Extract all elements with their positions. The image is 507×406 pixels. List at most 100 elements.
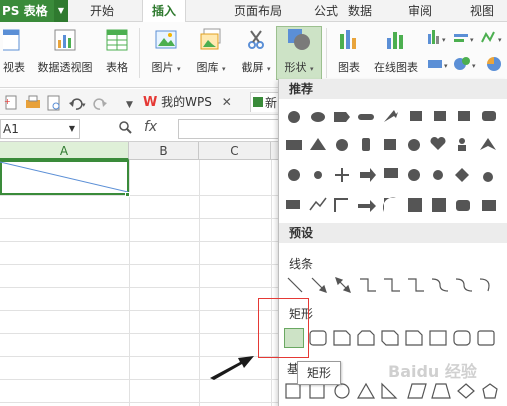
pointer-arrow-icon: [210, 356, 254, 380]
svg-text:▾: ▾: [444, 62, 448, 70]
zoom-icon[interactable]: [118, 120, 134, 136]
row-line: [0, 333, 278, 334]
svg-text:▾: ▾: [442, 36, 446, 44]
row-line: [0, 287, 278, 288]
row-line: [0, 195, 278, 196]
tab-view[interactable]: 视图: [462, 0, 502, 22]
column-header-b[interactable]: B: [129, 142, 199, 160]
parallelogram-shape-icon: [407, 383, 427, 399]
arrow-pentagon-shape-icon: [334, 112, 350, 122]
isosceles-triangle-shape-icon: [356, 382, 376, 399]
shapes-button[interactable]: 形状 ▾: [277, 26, 321, 78]
rectangle-shape-icon: [458, 111, 470, 121]
undo-icon: [69, 98, 83, 110]
fill-handle[interactable]: [125, 192, 130, 197]
online-chart-icon: [387, 32, 403, 49]
diamond-outline-shape-icon: [457, 383, 475, 399]
triangle-shape-icon: [310, 138, 326, 150]
name-box[interactable]: A1 ▼: [0, 119, 80, 139]
speech-bubble-shape-icon: [311, 112, 325, 122]
right-triangle-shape-icon: [381, 382, 398, 399]
pivot-table-icon: [3, 29, 20, 51]
chevron-down-icon[interactable]: ▼: [69, 120, 75, 138]
tab-review[interactable]: 审阅: [400, 0, 440, 22]
column-header-c[interactable]: C: [199, 142, 271, 160]
rectangle-shapes-row[interactable]: [308, 328, 507, 350]
person-shape-icon: [459, 138, 465, 144]
oval-shape-icon: [334, 383, 350, 399]
formula-input[interactable]: [178, 119, 288, 139]
diamond-shape-icon: [455, 168, 469, 182]
picture-button[interactable]: 图片 ▾: [146, 26, 186, 78]
rect-shape-icon: [482, 200, 496, 211]
column-line: [199, 160, 200, 406]
round-corner-rect-shape-icon: [429, 330, 447, 346]
group-people-shape-icon: [408, 198, 422, 212]
arrow-shape-icon: [358, 200, 376, 212]
table-button[interactable]: 表格: [100, 26, 134, 78]
column-header-a[interactable]: A: [0, 142, 129, 160]
new-doc-icon: +: [4, 95, 17, 110]
square-shape-icon: [384, 139, 396, 150]
tooltip: 矩形: [297, 361, 341, 385]
people-shape-icon: [286, 140, 302, 150]
pivot-chart-button[interactable]: 数据透视图: [34, 26, 96, 78]
diagonal-line: [0, 161, 129, 193]
corner-shape-icon: [334, 198, 348, 212]
pivot-chart-icon: [54, 29, 76, 51]
screenshot-button[interactable]: 截屏 ▾: [236, 26, 276, 78]
app-title[interactable]: PS 表格: [0, 0, 54, 22]
close-icon[interactable]: ✕: [222, 95, 232, 109]
text-box-shape-icon: [285, 383, 301, 399]
gallery-button[interactable]: 图库 ▾: [190, 26, 232, 78]
rounded-rect-shape-icon: [482, 111, 496, 121]
app-menu-chevron-icon[interactable]: ▼: [54, 0, 68, 22]
trapezoid-shape-icon: [431, 383, 451, 399]
sun-shape-icon: [314, 171, 322, 179]
ribbon-separator: [326, 28, 327, 78]
picture-icon: [155, 30, 177, 49]
money-bag-shape-icon: [483, 172, 493, 182]
online-chart-button[interactable]: 在线图表: [368, 26, 424, 78]
right-arrow-shape-icon: [360, 168, 376, 182]
curved-arrow-connector-shape-icon: [455, 278, 473, 292]
elbow-connector-shape-icon: [360, 278, 376, 292]
laptop-shape-icon: [286, 200, 300, 209]
line-shapes-row[interactable]: [284, 274, 507, 300]
doc-tab-my-wps[interactable]: W 我的WPS ✕: [143, 92, 243, 112]
table-icon: [106, 29, 128, 51]
tab-page-layout[interactable]: 页面布局: [226, 0, 290, 22]
gallery-icon: [200, 28, 221, 50]
curved-connector-shape-icon: [431, 278, 449, 292]
bar-chart-icon: [340, 30, 356, 49]
wps-logo-icon: W: [143, 95, 158, 110]
shapes-icon: [288, 29, 310, 50]
svg-text:▾: ▾: [470, 36, 474, 44]
function-icon[interactable]: fx: [144, 119, 157, 135]
recommended-header: 推荐: [279, 79, 507, 99]
recommended-shapes-grid[interactable]: [284, 106, 507, 221]
vertical-text-box-shape-icon: [309, 383, 325, 399]
chart-button[interactable]: 图表: [332, 26, 366, 78]
tab-home[interactable]: 开始: [80, 0, 124, 22]
svg-text:▾: ▾: [82, 101, 86, 109]
tab-insert[interactable]: 插入: [142, 0, 186, 22]
snip-corner-rect-shape-icon: [333, 330, 351, 346]
watermark: Baidu 经验: [388, 362, 477, 381]
round-same-side-rect-shape-icon: [453, 330, 471, 346]
pivot-table-button[interactable]: 视表: [0, 26, 28, 78]
octagon-shape-icon: [288, 169, 300, 181]
column-line: [271, 160, 272, 406]
tab-data[interactable]: 数据: [340, 0, 380, 22]
target-shape-icon: [433, 170, 443, 180]
row-line: [0, 218, 278, 219]
svg-text:▼: ▼: [126, 100, 133, 110]
heart-shape-icon: [430, 136, 446, 150]
callout-rect-shape-icon: [434, 111, 446, 121]
redo-icon: [93, 98, 107, 110]
chart-types-gallery[interactable]: ▾ ▾ ▾ ▾ ▾: [426, 28, 507, 76]
diagonal-arrow-shape-icon: [384, 110, 398, 122]
spreadsheet-doc-icon: [253, 97, 263, 107]
row-line: [0, 310, 278, 311]
rectangle-shape-option[interactable]: [284, 328, 304, 348]
